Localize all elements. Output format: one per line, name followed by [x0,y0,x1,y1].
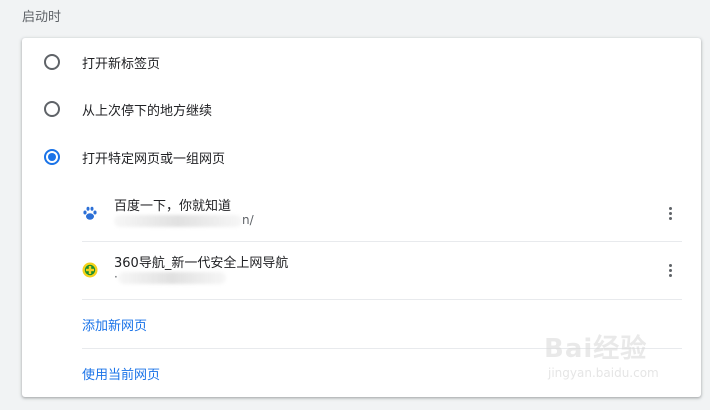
radio-button[interactable] [44,101,60,117]
more-actions-button[interactable] [658,258,682,282]
page-title: 百度一下，你就知道 [114,199,232,214]
use-current-pages-link[interactable]: 使用当前网页 [82,364,160,383]
more-actions-button[interactable] [658,201,682,225]
radio-button-checked[interactable] [44,149,60,165]
add-new-page-link[interactable]: 添加新网页 [82,315,147,334]
radio-open-new-tab[interactable]: 打开新标签页 [22,50,701,74]
blurred-url [117,271,226,284]
radio-label: 打开新标签页 [82,56,161,72]
360-logo-icon [82,262,98,278]
radio-label: 从上次停下的地方继续 [82,103,213,119]
divider [82,348,682,349]
startup-page-item: 百度一下，你就知道 n/ [82,195,682,251]
radio-button[interactable] [44,54,60,70]
startup-settings-card: 打开新标签页 从上次停下的地方继续 打开特定网页或一组网页 百度一下，你就知道 … [22,38,701,397]
page-title: 360导航_新一代安全上网导航 [114,256,289,271]
radio-open-specific-pages[interactable]: 打开特定网页或一组网页 [22,145,701,169]
dot [668,216,672,220]
divider [82,241,682,242]
dot [668,263,672,267]
dot [668,211,672,215]
divider [82,299,682,300]
page-url: n/ [114,213,254,227]
section-title: 启动时 [22,10,62,25]
baidu-paw-icon [83,206,97,220]
radio-label: 打开特定网页或一组网页 [82,151,226,167]
page-url: · [114,270,226,284]
dot [668,268,672,272]
dot [668,273,672,277]
blurred-url [114,214,242,227]
dot [668,206,672,210]
radio-continue-where-left[interactable]: 从上次停下的地方继续 [22,97,701,121]
